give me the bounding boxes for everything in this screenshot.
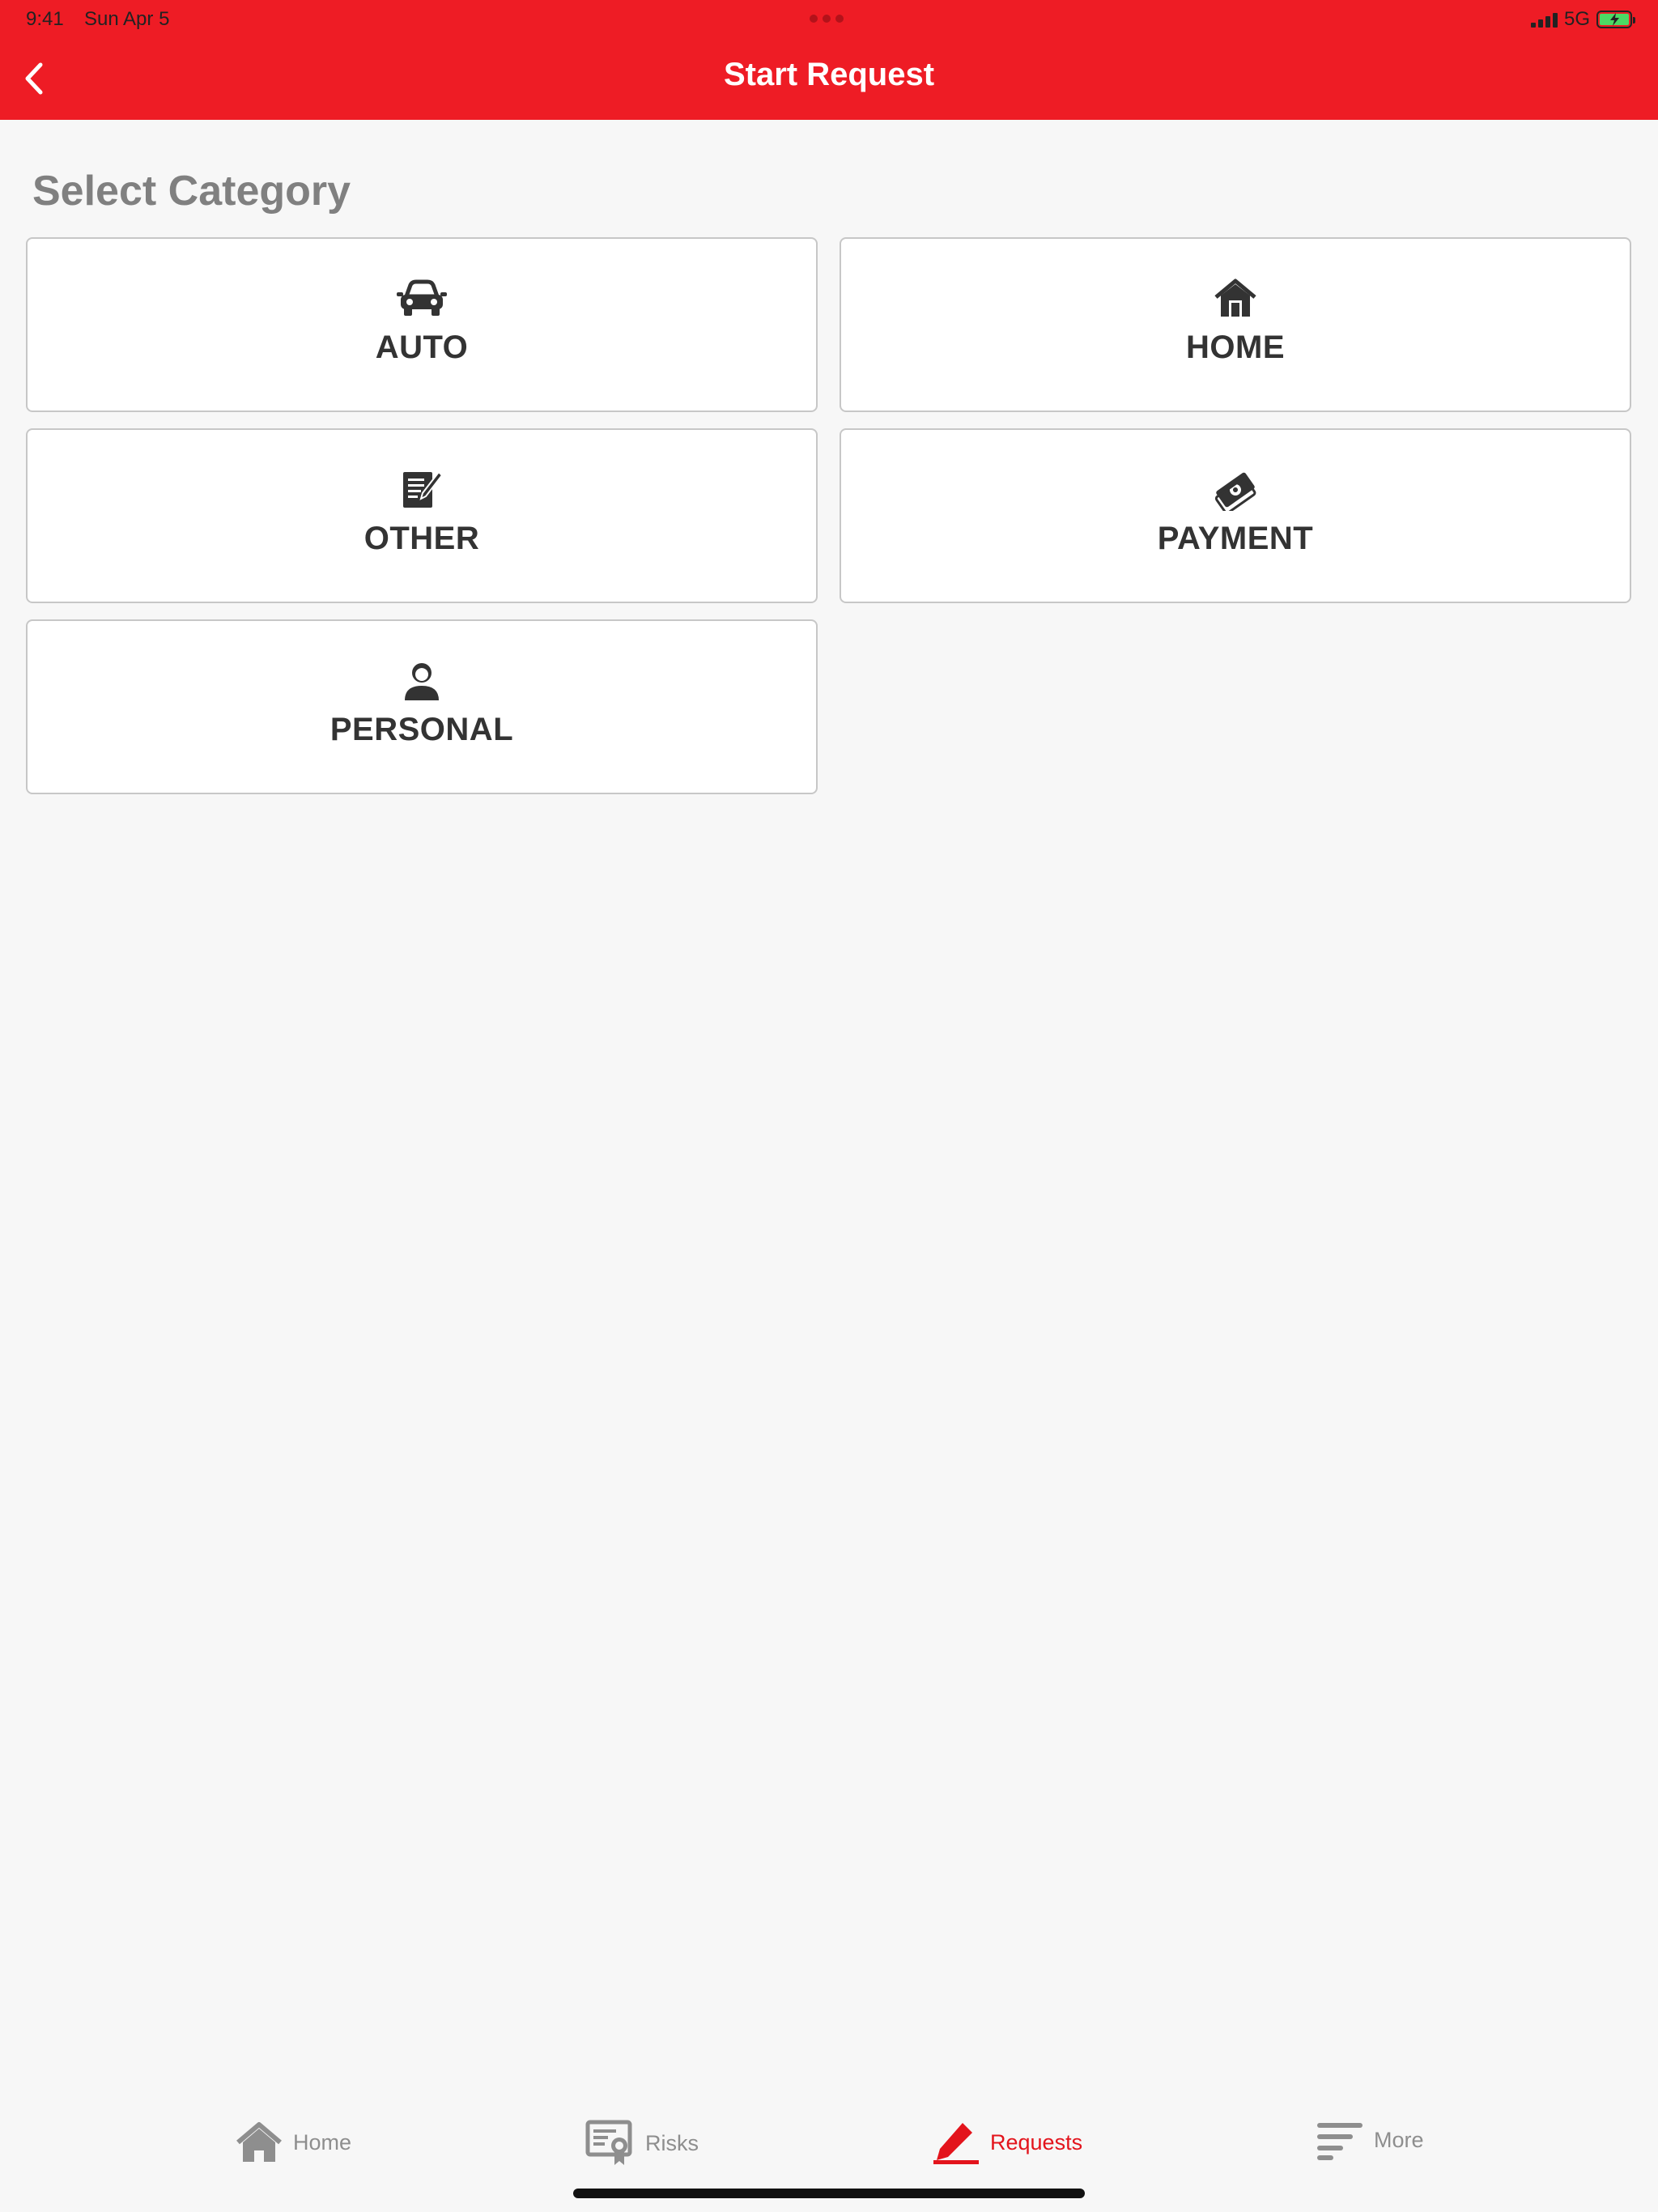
signal-icon — [1530, 11, 1558, 28]
page-title: Start Request — [723, 57, 935, 92]
tab-label: More — [1374, 2127, 1424, 2152]
home-indicator[interactable] — [573, 2189, 1085, 2198]
person-icon — [396, 658, 448, 704]
battery-charging-icon — [1596, 11, 1635, 28]
category-card-home[interactable]: HOME — [840, 237, 1631, 412]
tab-more[interactable]: More — [1316, 2120, 1424, 2160]
home-icon — [236, 2122, 282, 2162]
category-card-other[interactable]: OTHER — [26, 428, 818, 603]
network-label: 5G — [1563, 8, 1590, 30]
tab-label: Home — [293, 2129, 352, 2155]
money-icon — [1209, 467, 1261, 513]
category-label: AUTO — [375, 330, 469, 365]
category-card-personal[interactable]: PERSONAL — [26, 619, 818, 794]
status-time: 9:41 — [26, 8, 64, 30]
pencil-icon — [933, 2123, 979, 2164]
category-label: HOME — [1186, 330, 1285, 365]
category-label: PAYMENT — [1157, 521, 1314, 556]
status-date: Sun Apr 5 — [84, 8, 170, 30]
tab-risks[interactable]: Risks — [585, 2120, 699, 2167]
section-title: Select Category — [32, 168, 351, 215]
multitasking-dots-icon[interactable] — [810, 15, 844, 23]
status-bar: 9:41 Sun Apr 5 5G — [0, 0, 1658, 39]
category-label: PERSONAL — [329, 712, 514, 747]
status-indicators: 5G — [1530, 8, 1635, 31]
app-header: 9:41 Sun Apr 5 5G Start Request — [0, 0, 1658, 120]
menu-lines-icon — [1317, 2123, 1363, 2160]
tab-label: Risks — [645, 2130, 699, 2155]
category-card-auto[interactable]: AUTO — [26, 237, 818, 412]
car-icon — [396, 276, 448, 321]
certificate-icon — [585, 2120, 632, 2165]
tab-label: Requests — [990, 2129, 1083, 2155]
category-card-payment[interactable]: PAYMENT — [840, 428, 1631, 603]
document-edit-icon — [396, 467, 448, 513]
house-icon — [1209, 276, 1261, 321]
tab-home[interactable]: Home — [235, 2120, 351, 2165]
tab-requests[interactable]: Requests — [932, 2120, 1082, 2165]
category-label: OTHER — [363, 521, 480, 556]
